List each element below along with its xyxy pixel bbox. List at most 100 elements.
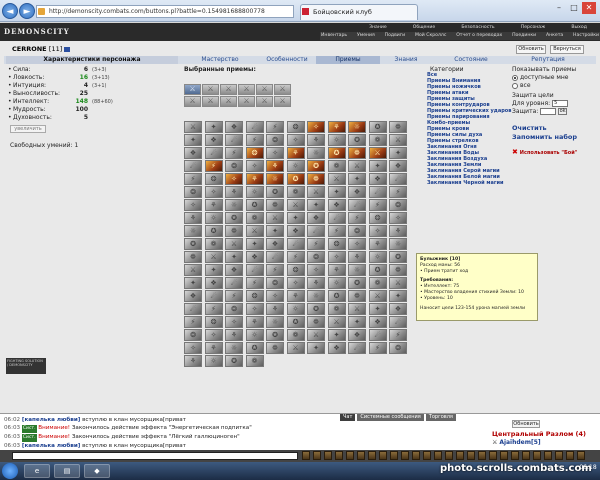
- skill-icon[interactable]: ❖: [348, 186, 366, 198]
- player-name[interactable]: Ajaihdem[5]: [499, 439, 540, 446]
- skill-icon[interactable]: ⚔: [389, 134, 407, 146]
- skill-icon[interactable]: ⚔: [327, 173, 346, 185]
- skill-icon[interactable]: ⚔: [286, 199, 305, 211]
- skill-icon[interactable]: ❂: [204, 173, 223, 185]
- skill-icon[interactable]: ❁: [389, 121, 407, 133]
- skill-icon[interactable]: ❖: [225, 264, 243, 276]
- skill-icon[interactable]: ❁: [245, 355, 264, 367]
- sub-menu-item[interactable]: Анкета: [545, 32, 564, 40]
- skill-icon[interactable]: ❂: [204, 316, 223, 328]
- option-available[interactable]: доступные мне: [512, 74, 596, 82]
- skill-icon[interactable]: ☄: [204, 147, 223, 159]
- skill-icon[interactable]: ⚘: [327, 121, 346, 133]
- skill-icon[interactable]: ⚘: [327, 264, 346, 276]
- skill-icon[interactable]: ❖: [348, 329, 366, 341]
- chat-action-icon[interactable]: [346, 451, 354, 460]
- skill-icon[interactable]: ✦: [327, 329, 346, 341]
- chat-action-icon[interactable]: [456, 451, 464, 460]
- skill-icon[interactable]: ⚔: [327, 316, 346, 328]
- skill-icon[interactable]: ⚔: [348, 303, 366, 315]
- skill-icon[interactable]: ⚔: [204, 251, 223, 263]
- use-bot-link[interactable]: Использовать "Бой": [520, 150, 578, 156]
- skill-icon[interactable]: ☼: [245, 186, 264, 198]
- skill-icon[interactable]: ❖: [327, 342, 346, 354]
- chat-tab-system[interactable]: Системные сообщения: [357, 414, 424, 421]
- taskbar-folder-icon[interactable]: ▤: [54, 464, 80, 478]
- chosen-skill-slot[interactable]: ⚔: [238, 84, 255, 95]
- skill-icon[interactable]: ⚡: [184, 173, 202, 185]
- skill-icon[interactable]: ✦: [266, 225, 284, 237]
- skill-icon[interactable]: ❂: [327, 238, 346, 250]
- skill-icon[interactable]: ⚘: [348, 251, 366, 263]
- chat-action-icon[interactable]: [390, 451, 398, 460]
- chat-action-icon[interactable]: [533, 451, 541, 460]
- skill-icon[interactable]: ⚔: [389, 277, 407, 289]
- skill-icon[interactable]: ⚡: [204, 303, 223, 315]
- skill-icon[interactable]: ☼: [266, 316, 284, 328]
- skill-icon[interactable]: ✪: [327, 147, 346, 159]
- skill-icon[interactable]: ⚡: [389, 186, 407, 198]
- option-all[interactable]: все: [512, 82, 596, 90]
- skill-icon[interactable]: ☼: [286, 303, 305, 315]
- skill-icon[interactable]: ⚘: [307, 134, 325, 146]
- skill-icon[interactable]: ❖: [245, 251, 264, 263]
- skill-icon[interactable]: ⚘: [225, 186, 243, 198]
- top-menu-item[interactable]: Знание: [368, 24, 388, 31]
- clear-link[interactable]: Очистить: [512, 124, 596, 133]
- skill-icon[interactable]: ❁: [348, 147, 366, 159]
- skill-icon[interactable]: ⚡: [225, 147, 243, 159]
- skill-icon[interactable]: ☄: [266, 251, 284, 263]
- top-menu-item[interactable]: Безопасность: [460, 24, 495, 31]
- skill-icon[interactable]: ✪: [286, 173, 305, 185]
- browser-tab[interactable]: Бойцовский клуб: [300, 4, 418, 20]
- skill-icon[interactable]: ☄: [184, 303, 202, 315]
- skill-icon[interactable]: ❂: [225, 303, 243, 315]
- skill-icon[interactable]: ❂: [368, 212, 387, 224]
- skill-icon[interactable]: ☄: [389, 173, 407, 185]
- skill-icon[interactable]: ❖: [286, 225, 305, 237]
- skill-icon[interactable]: ☄: [245, 264, 264, 276]
- top-menu-item[interactable]: Персонаж: [520, 24, 547, 31]
- skill-icon[interactable]: ✦: [245, 238, 264, 250]
- skill-icon[interactable]: ❂: [266, 134, 284, 146]
- radio-icon[interactable]: [512, 82, 518, 89]
- minimize-button[interactable]: –: [552, 2, 566, 14]
- skill-icon[interactable]: ☄: [225, 277, 243, 289]
- sub-menu-item[interactable]: Умения: [356, 32, 376, 40]
- skill-icon[interactable]: ✧: [286, 134, 305, 146]
- skill-icon[interactable]: ⚘: [266, 303, 284, 315]
- skill-icon[interactable]: ⚡: [348, 212, 366, 224]
- tab-state[interactable]: Состояние: [432, 56, 510, 64]
- skill-icon[interactable]: ❂: [389, 342, 407, 354]
- skill-icon[interactable]: ❖: [225, 121, 243, 133]
- chat-action-icon[interactable]: [478, 451, 486, 460]
- chat-action-icon[interactable]: [357, 451, 365, 460]
- skill-icon[interactable]: ❁: [368, 277, 387, 289]
- skill-icon[interactable]: ☼: [204, 212, 223, 224]
- skill-icon[interactable]: ✪: [245, 199, 264, 211]
- sub-menu-item[interactable]: Поединки: [511, 32, 537, 40]
- skill-icon[interactable]: ☼: [225, 199, 243, 211]
- chat-action-icon[interactable]: [467, 451, 475, 460]
- skill-icon[interactable]: ✧: [307, 264, 325, 276]
- skill-icon[interactable]: ❂: [245, 290, 264, 302]
- chosen-skill-slot[interactable]: ⚔: [220, 84, 237, 95]
- chat-action-icon[interactable]: [434, 451, 442, 460]
- chat-refresh-button[interactable]: Обновить: [512, 420, 540, 428]
- chosen-skill-slot[interactable]: ⚔: [274, 84, 291, 95]
- chat-nick[interactable]: [капелька любви]: [22, 417, 80, 423]
- skill-icon[interactable]: ✪: [266, 329, 284, 341]
- sub-menu-item[interactable]: Настройки: [572, 32, 600, 40]
- protect-input[interactable]: [540, 108, 557, 115]
- skill-icon[interactable]: ✧: [286, 277, 305, 289]
- skill-icon[interactable]: ❁: [266, 199, 284, 211]
- skill-icon[interactable]: ⚘: [389, 225, 407, 237]
- skill-icon[interactable]: ⚘: [245, 173, 264, 185]
- skill-icon[interactable]: ☄: [348, 342, 366, 354]
- chat-nick[interactable]: [капелька любви]: [22, 443, 80, 449]
- chosen-skill-slot[interactable]: ⚔: [256, 96, 273, 107]
- skill-icon[interactable]: ✧: [184, 342, 202, 354]
- skill-icon[interactable]: ⚔: [348, 160, 366, 172]
- skill-icon[interactable]: ❂: [286, 264, 305, 276]
- skill-icon[interactable]: ⚡: [266, 264, 284, 276]
